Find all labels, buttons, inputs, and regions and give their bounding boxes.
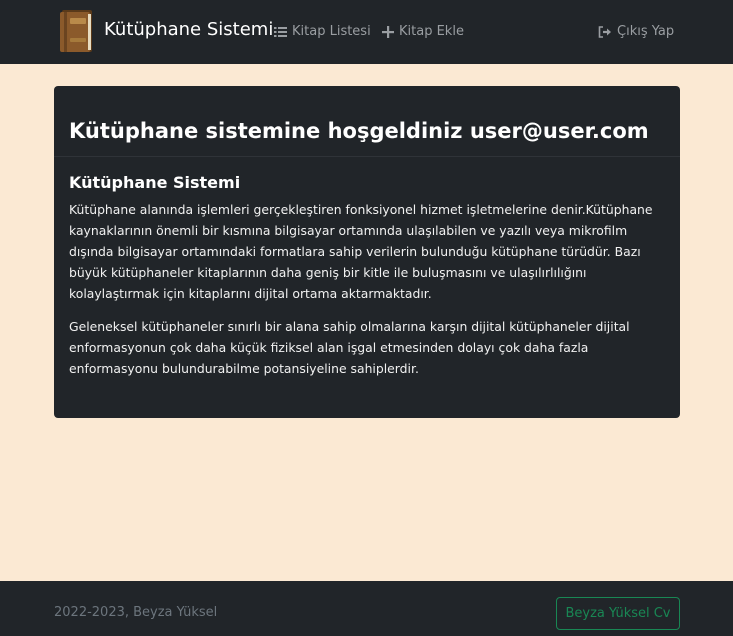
copyright-text: 2022-2023, Beyza Yüksel [54, 605, 218, 620]
nav-link-label: Kitap Listesi [292, 24, 371, 39]
nav-link-kitap-ekle[interactable]: Kitap Ekle [382, 22, 464, 42]
list-icon [274, 27, 287, 37]
nav-link-label: Kitap Ekle [399, 24, 464, 39]
sign-out-icon [598, 26, 611, 38]
plus-icon [382, 26, 394, 38]
footer: 2022-2023, Beyza Yüksel Beyza Yüksel Cv [0, 581, 733, 636]
navbar: Kütüphane Sistemi Kitap Listesi Kitap Ek… [0, 0, 733, 64]
cv-button[interactable]: Beyza Yüksel Cv [556, 597, 680, 630]
welcome-heading: Kütüphane sistemine hoşgeldiniz user@use… [69, 119, 649, 143]
book-logo-icon[interactable] [58, 8, 94, 54]
logout-link[interactable]: Çıkış Yap [598, 22, 674, 42]
welcome-card: Kütüphane sistemine hoşgeldiniz user@use… [54, 86, 680, 418]
section-title: Kütüphane Sistemi [69, 173, 241, 192]
nav-link-kitap-listesi[interactable]: Kitap Listesi [274, 22, 371, 42]
logout-label: Çıkış Yap [617, 24, 675, 39]
brand-title[interactable]: Kütüphane Sistemi [104, 17, 273, 43]
card-header: Kütüphane sistemine hoşgeldiniz user@use… [54, 86, 680, 157]
paragraph: Kütüphane alanında işlemleri gerçekleşti… [69, 202, 653, 301]
paragraph: Geleneksel kütüphaneler sınırlı bir alan… [69, 319, 630, 376]
card-body: Kütüphane Sistemi Kütüphane alanında işl… [54, 157, 680, 379]
